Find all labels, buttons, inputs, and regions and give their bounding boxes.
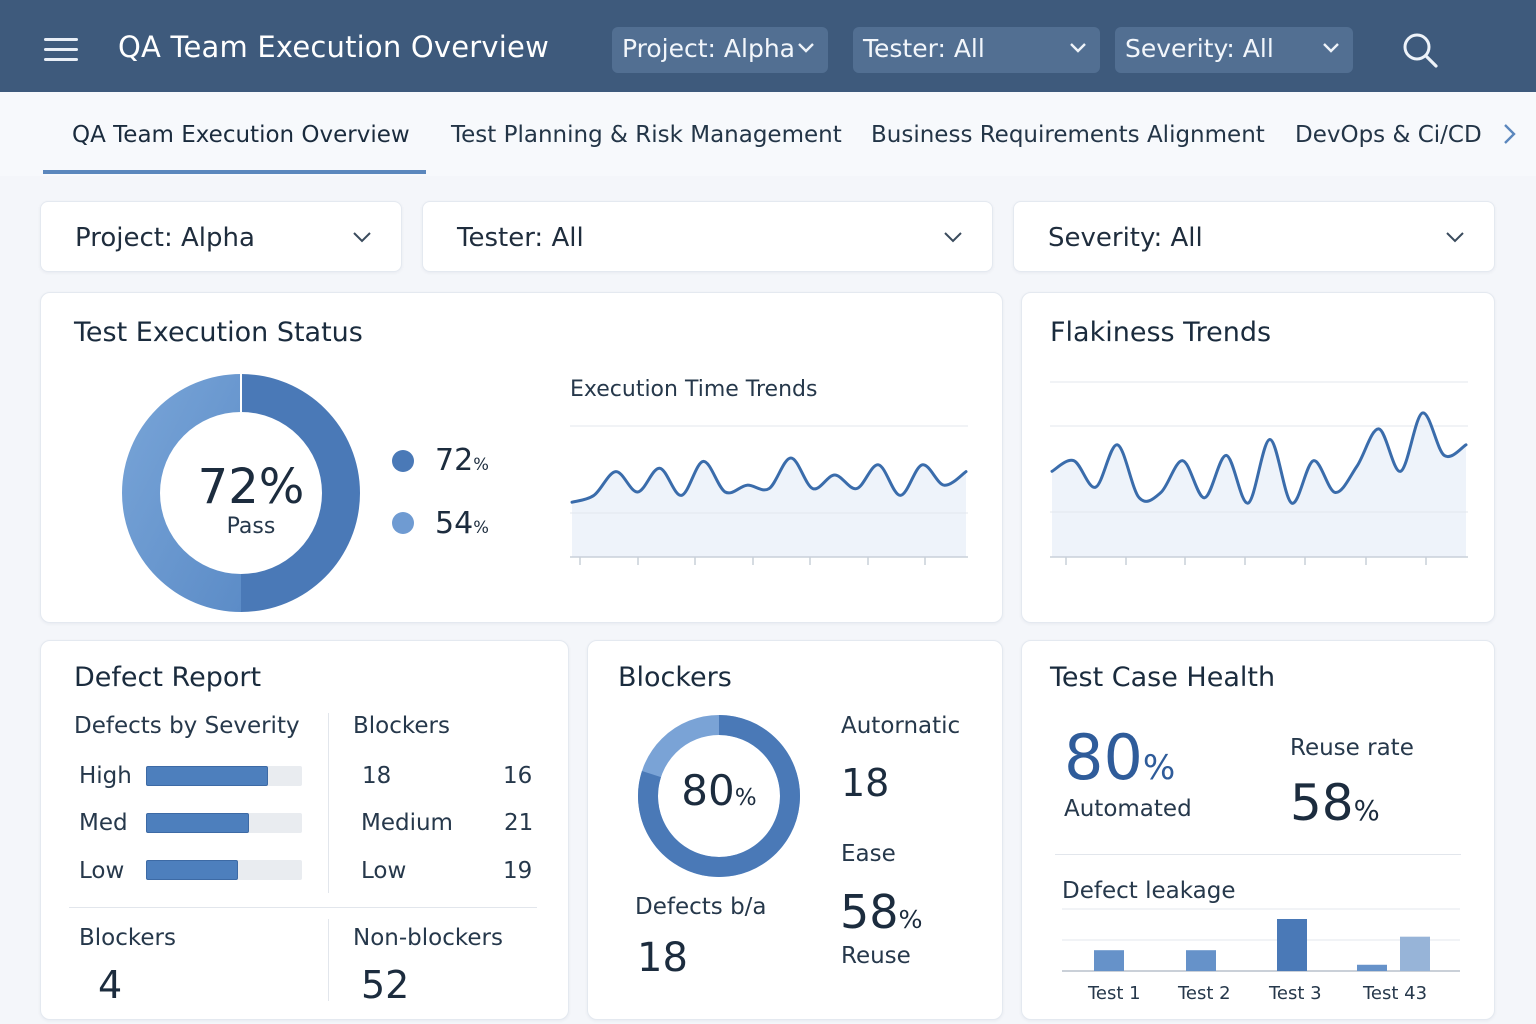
severity-label-med: Med — [79, 810, 128, 836]
execution-time-trend-chart — [570, 425, 968, 565]
execution-time-trends-title: Execution Time Trends — [570, 377, 818, 402]
card-title: Blockers — [618, 662, 732, 693]
flakiness-trend-chart — [1050, 381, 1468, 565]
legend-value-2: 54% — [435, 506, 489, 541]
chevron-down-icon — [353, 232, 371, 243]
chevron-down-icon — [1446, 232, 1464, 243]
test-case-health-card: Test Case Health 80% Automated Reuse rat… — [1021, 640, 1495, 1020]
blockers-card: Blockers 80% Autornatic 18 Ease 58% Reus… — [587, 640, 1003, 1020]
blockers-row-label: 18 — [362, 763, 392, 789]
search-icon[interactable] — [1400, 30, 1440, 70]
ease-label: Ease — [841, 841, 896, 867]
leakage-category-label: Test 43 — [1363, 983, 1428, 1004]
severity-bar-low — [146, 860, 302, 880]
test-execution-status-card: Test Execution Status 72% Pass 72% 54% E… — [40, 292, 1003, 623]
active-tab-indicator — [43, 170, 426, 174]
card-title: Flakiness Trends — [1050, 317, 1272, 348]
top-tester-label: Tester: All — [863, 34, 985, 63]
legend-dot-dark — [392, 450, 414, 472]
tab-business-requirements[interactable]: Business Requirements Alignment — [871, 122, 1265, 148]
blockers-row-label: Medium — [361, 810, 453, 836]
severity-bar-fill — [146, 813, 249, 833]
card-title: Defect Report — [74, 662, 262, 693]
reuse-rate-label: Reuse rate — [1290, 735, 1414, 761]
defects-ba-label: Defects b/a — [635, 894, 767, 920]
app-title: QA Team Execution Overview — [118, 30, 550, 64]
top-app-bar: QA Team Execution Overview Project: Alph… — [0, 0, 1536, 92]
leakage-bar — [1186, 950, 1216, 971]
tab-bar: QA Team Execution Overview Test Planning… — [0, 92, 1536, 176]
automated-value: 80% — [1064, 721, 1176, 794]
chevron-down-icon — [798, 43, 814, 53]
reuse-rate-value: 58% — [1290, 774, 1380, 832]
tab-test-planning[interactable]: Test Planning & Risk Management — [451, 122, 842, 148]
leakage-category-label: Test 1 — [1088, 983, 1141, 1004]
blockers-total-count: 4 — [98, 963, 123, 1007]
leakage-bar — [1094, 950, 1124, 971]
donut-center-value: 72% — [197, 459, 305, 515]
donut-center-caption: Pass — [226, 514, 276, 539]
leakage-bar-secondary — [1400, 936, 1430, 971]
project-filter-label: Project: Alpha — [75, 223, 255, 253]
tab-qa-team-execution-overview[interactable]: QA Team Execution Overview — [72, 122, 410, 148]
defects-ba-value: 18 — [637, 935, 688, 981]
divider — [328, 919, 329, 1001]
tab-devops-cicd[interactable]: DevOps & Ci/CD — [1295, 122, 1482, 148]
card-title: Test Case Health — [1050, 662, 1276, 693]
reuse-label: Reuse — [841, 943, 911, 969]
blockers-row-value: 16 — [503, 763, 533, 789]
chevron-right-icon[interactable] — [1498, 120, 1522, 148]
severity-bar-fill — [146, 766, 268, 786]
divider — [69, 907, 537, 908]
severity-bar-fill — [146, 860, 239, 880]
menu-icon[interactable] — [44, 36, 80, 64]
blockers-subtitle: Blockers — [353, 713, 450, 739]
top-project-label: Project: Alpha — [622, 34, 795, 63]
tester-filter-dropdown[interactable]: Tester: All — [422, 201, 993, 272]
legend-value-1: 72% — [435, 443, 489, 478]
leakage-category-label: Test 3 — [1269, 983, 1322, 1004]
automatic-value: 18 — [841, 761, 890, 805]
defects-by-severity-title: Defects by Severity — [74, 713, 300, 739]
severity-label-high: High — [79, 763, 132, 789]
top-severity-dropdown[interactable]: Severity: All — [1115, 27, 1353, 73]
divider — [328, 713, 329, 893]
defect-leakage-title: Defect leakage — [1062, 878, 1236, 904]
flakiness-trends-card: Flakiness Trends — [1021, 292, 1495, 623]
top-tester-dropdown[interactable]: Tester: All — [853, 27, 1100, 73]
severity-label-low: Low — [79, 858, 125, 884]
chevron-down-icon — [1323, 43, 1339, 53]
severity-bar-med — [146, 813, 302, 833]
automated-label: Automated — [1064, 796, 1192, 822]
severity-filter-label: Severity: All — [1048, 223, 1203, 253]
card-title: Test Execution Status — [74, 317, 363, 348]
top-severity-label: Severity: All — [1125, 34, 1274, 63]
top-project-dropdown[interactable]: Project: Alpha — [612, 27, 828, 73]
severity-filter-dropdown[interactable]: Severity: All — [1013, 201, 1495, 272]
blockers-row-value: 19 — [503, 858, 533, 884]
leakage-bar — [1277, 919, 1307, 971]
chevron-down-icon — [944, 232, 962, 243]
leakage-bar — [1357, 964, 1387, 971]
trend-area — [572, 458, 966, 557]
automatic-label: Autornatic — [841, 713, 961, 739]
leakage-category-label: Test 2 — [1178, 983, 1231, 1004]
non-blockers-label: Non-blockers — [353, 925, 503, 951]
divider — [1055, 854, 1461, 855]
blockers-donut-value: 80% — [681, 766, 757, 815]
ease-value: 58% — [840, 885, 923, 939]
severity-bar-high — [146, 766, 302, 786]
project-filter-dropdown[interactable]: Project: Alpha — [40, 201, 402, 272]
tester-filter-label: Tester: All — [457, 223, 584, 253]
non-blockers-count: 52 — [361, 963, 410, 1007]
blockers-total-label: Blockers — [79, 925, 176, 951]
trend-area — [1052, 412, 1466, 557]
legend-dot-light — [392, 512, 414, 534]
blockers-row-value: 21 — [504, 810, 534, 836]
blockers-row-label: Low — [361, 858, 407, 884]
defect-report-card: Defect Report Defects by Severity Blocke… — [40, 640, 569, 1020]
chevron-down-icon — [1070, 43, 1086, 53]
